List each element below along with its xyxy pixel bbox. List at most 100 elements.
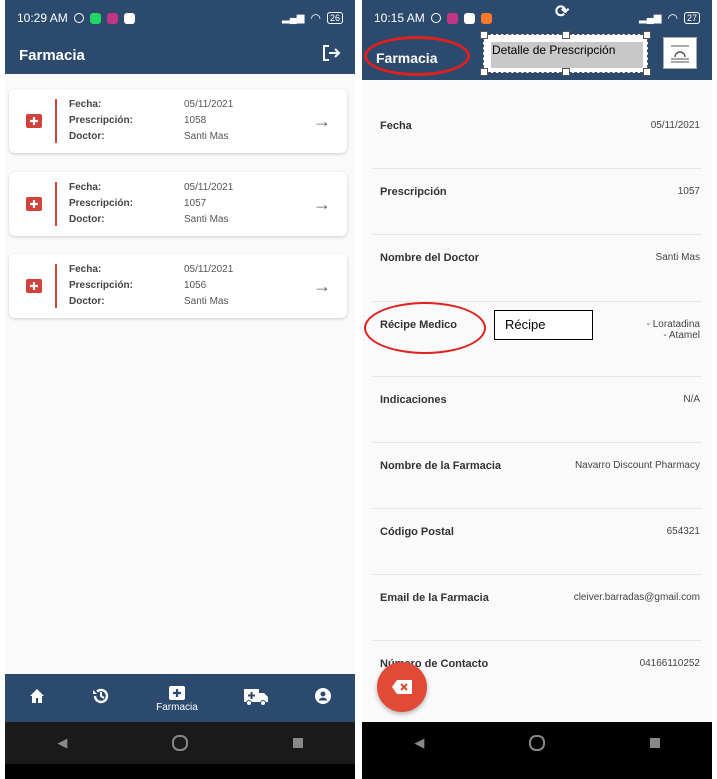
fecha-label: Fecha (380, 120, 412, 132)
prescription-list: Fecha: 05/11/2021 Prescripción: 1058 Docto… (5, 74, 355, 674)
alarm-icon (73, 13, 84, 23)
app-icon (480, 12, 492, 24)
resize-handle (643, 31, 651, 39)
annotation-recipe-text: Récipe (505, 317, 546, 332)
resize-handle (480, 31, 488, 39)
instagram-icon (446, 12, 458, 24)
wifi-icon: ◠ (310, 11, 321, 25)
fecha-value: 05/11/2021 (650, 120, 700, 131)
recents-icon[interactable] (292, 738, 303, 748)
doctor-value: Santi Mas (184, 214, 229, 225)
pharmacy-icon (168, 685, 185, 700)
status-bar: 10:29 AM ▂▄▆ ◠ 26 (5, 0, 355, 36)
right-phone-screen: 10:15 AM ▂▄▆ ◠ 27 ⟳ Farmacia Detalle de … (362, 0, 712, 779)
system-navigation: ◀ (5, 722, 355, 764)
left-phone-screen: 10:29 AM ▂▄▆ ◠ 26 Farmacia Fecha: 05/11/2… (5, 0, 355, 779)
arrow-right-icon[interactable]: → (313, 194, 331, 215)
prescription-icon (26, 279, 42, 293)
page-title: Farmacia (19, 46, 85, 64)
prescripcion-label: Prescripción: (69, 280, 133, 291)
nav-farmacia[interactable]: Farmacia (156, 684, 198, 713)
back-icon[interactable]: ◀ (57, 735, 67, 751)
whatsapp-icon (89, 12, 101, 24)
battery-indicator: 26 (326, 12, 343, 24)
contacto-value: 04166110252 (639, 658, 700, 669)
delete-fab[interactable] (377, 662, 427, 712)
fecha-label: Fecha: (69, 182, 102, 193)
prescripcion-label: Prescripción: (69, 198, 133, 209)
email-value: cleiver.barradas@gmail.com (573, 592, 700, 603)
nav-farmacia-label: Farmacia (156, 701, 198, 713)
recipe-value-2: - Atamel (663, 330, 700, 341)
home-circle-icon[interactable] (171, 735, 188, 751)
status-time: 10:29 AM (17, 11, 68, 25)
status-bar: 10:15 AM ▂▄▆ ◠ 27 (362, 0, 712, 36)
divider (372, 508, 702, 509)
doctor-value: Santi Mas (184, 131, 229, 142)
annotation-title-circle (364, 36, 470, 76)
logout-icon[interactable] (321, 43, 341, 68)
instagram-icon (106, 12, 118, 24)
home-icon[interactable] (28, 687, 46, 710)
arrow-right-icon[interactable]: → (313, 111, 331, 132)
app-bar: Farmacia (5, 36, 355, 74)
email-label: Email de la Farmacia (380, 592, 489, 604)
resize-handle (562, 68, 570, 76)
fecha-label: Fecha: (69, 99, 102, 110)
fecha-value: 05/11/2021 (184, 182, 234, 193)
prescription-icon (26, 197, 42, 211)
gmail-icon (463, 12, 475, 24)
farmacia-value: Navarro Discount Pharmacy (574, 460, 700, 471)
card-divider (55, 99, 57, 143)
divider (372, 168, 702, 169)
system-navigation: ◀ (362, 722, 712, 764)
home-circle-icon[interactable] (528, 735, 545, 751)
indicaciones-label: Indicaciones (380, 394, 447, 406)
resize-handle (562, 31, 570, 39)
annotation-recipe-box: Récipe (494, 310, 593, 340)
indicaciones-value: N/A (683, 394, 700, 405)
card-divider (55, 182, 57, 226)
prescription-card[interactable]: Fecha: 05/11/2021 Prescripción: 1056 Docto… (9, 254, 347, 318)
back-icon[interactable]: ◀ (414, 735, 424, 751)
prescription-icon (26, 114, 42, 128)
doctor-label: Doctor: (69, 131, 105, 142)
card-divider (55, 264, 57, 308)
prescripcion-value: 1058 (184, 115, 207, 126)
bottom-navigation: Farmacia (5, 674, 355, 722)
fecha-value: 05/11/2021 (184, 264, 234, 275)
ambulance-icon[interactable] (243, 686, 269, 711)
layout-options-icon[interactable] (663, 37, 697, 69)
prescripcion-value: 1057 (184, 198, 207, 209)
signal-icon: ▂▄▆ (639, 12, 662, 24)
history-icon[interactable] (91, 686, 111, 711)
resize-handle (643, 68, 651, 76)
annotation-recipe-circle (364, 302, 486, 354)
fecha-value: 05/11/2021 (184, 99, 234, 110)
prescription-card[interactable]: Fecha: 05/11/2021 Prescripción: 1057 Docto… (9, 172, 347, 236)
prescripcion-value: 1057 (677, 186, 700, 197)
doctor-label: Nombre del Doctor (380, 252, 480, 264)
codigo-postal-value: 654321 (666, 526, 700, 537)
arrow-right-icon[interactable]: → (313, 276, 331, 297)
profile-icon[interactable] (314, 687, 332, 710)
recipe-value-1: - Loratadina (646, 319, 700, 330)
divider (372, 234, 702, 235)
doctor-label: Doctor: (69, 296, 105, 307)
gmail-icon (123, 12, 135, 24)
farmacia-label: Nombre de la Farmacia (380, 460, 502, 472)
divider (372, 574, 702, 575)
backspace-icon (392, 680, 412, 694)
alarm-icon (430, 13, 441, 23)
divider (372, 640, 702, 641)
wifi-icon: ◠ (667, 11, 678, 25)
prescription-card[interactable]: Fecha: 05/11/2021 Prescripción: 1058 Docto… (9, 89, 347, 153)
fecha-label: Fecha: (69, 264, 102, 275)
signal-icon: ▂▄▆ (282, 12, 305, 24)
rotate-icon[interactable]: ⟳ (555, 2, 569, 22)
battery-indicator: 27 (683, 12, 700, 24)
status-time: 10:15 AM (374, 11, 425, 25)
recents-icon[interactable] (649, 738, 660, 748)
doctor-label: Doctor: (69, 214, 105, 225)
prescripcion-label: Prescripción: (69, 115, 133, 126)
